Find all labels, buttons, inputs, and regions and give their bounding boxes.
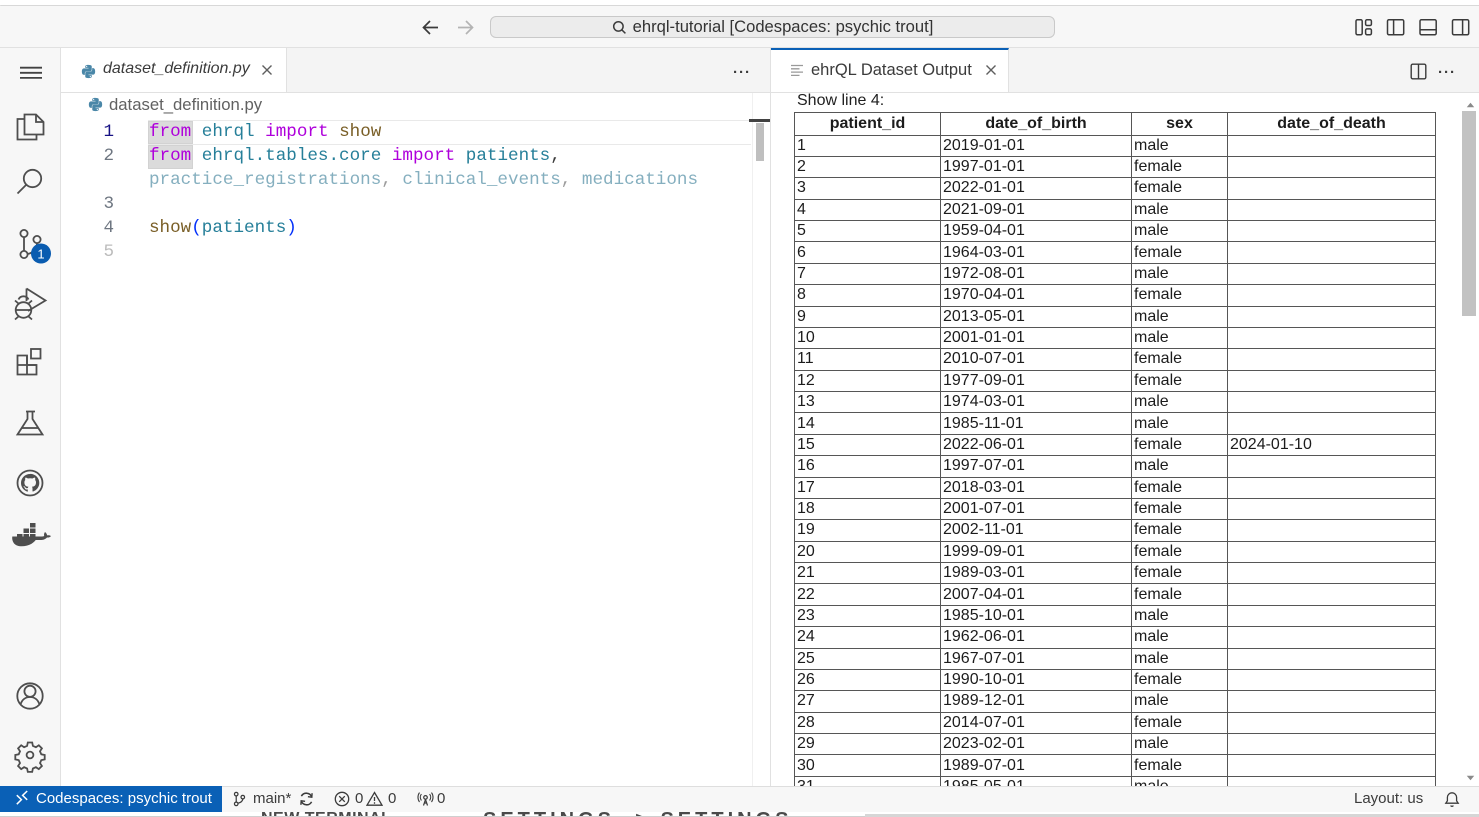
svg-text:1: 1 <box>37 247 44 262</box>
